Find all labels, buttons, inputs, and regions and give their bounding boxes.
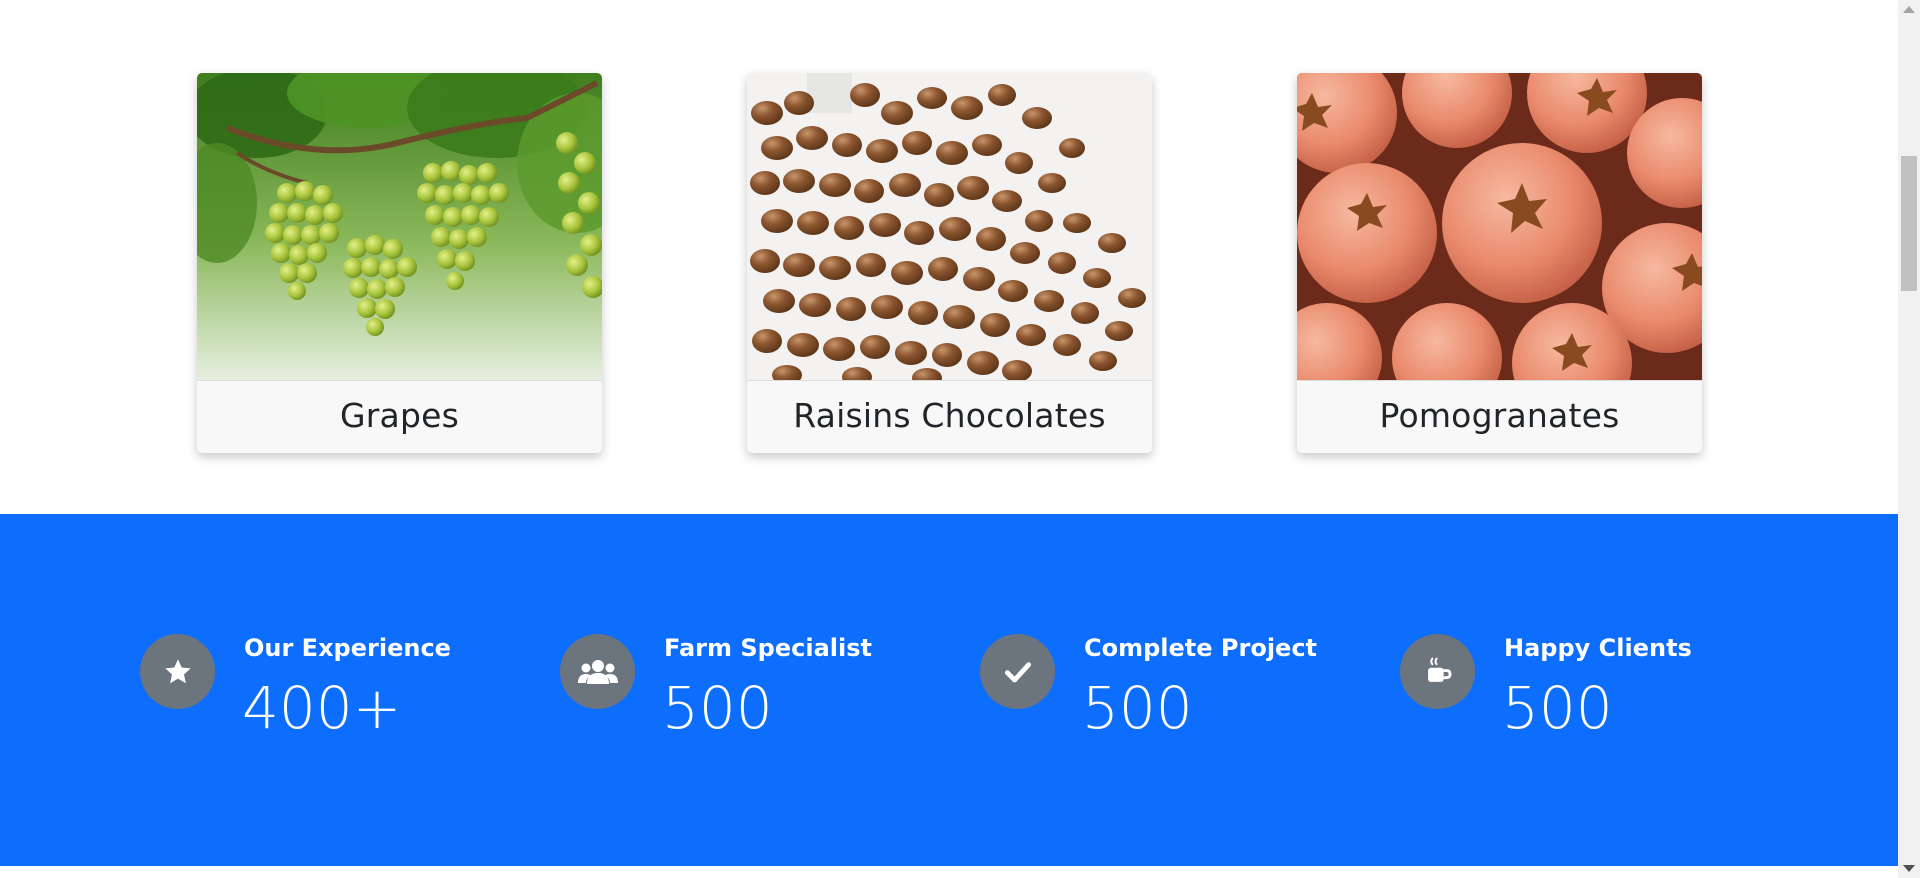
stat-complete-project: Complete Project 500	[980, 634, 1360, 754]
coffee-cup-icon	[1400, 634, 1475, 709]
chocolate-raisins-photo	[747, 73, 1152, 381]
stat-label: Our Experience	[244, 634, 451, 662]
check-icon	[980, 634, 1055, 709]
star-icon	[140, 634, 215, 709]
stat-farm-specialist: Farm Specialist 500	[560, 634, 940, 754]
stat-value: 400+	[242, 674, 402, 742]
products-section: Grapes Raisins Chocolates Pomogranates	[0, 0, 1898, 513]
product-card-title: Raisins Chocolates	[793, 396, 1106, 435]
stat-value: 500	[662, 674, 773, 742]
scroll-up-arrow-icon[interactable]	[1903, 6, 1915, 13]
users-icon	[560, 634, 635, 709]
stat-value: 500	[1502, 674, 1613, 742]
product-card-title: Pomogranates	[1379, 396, 1620, 435]
stat-our-experience: Our Experience 400+	[140, 634, 520, 754]
product-card-raisins-chocolates[interactable]: Raisins Chocolates	[747, 73, 1152, 453]
product-card-pomogranates[interactable]: Pomogranates	[1297, 73, 1702, 453]
grapes-photo	[197, 73, 602, 381]
next-section-edge	[0, 866, 1898, 878]
stat-label: Farm Specialist	[664, 634, 872, 662]
scroll-down-arrow-icon[interactable]	[1903, 865, 1915, 872]
scrollbar-thumb[interactable]	[1901, 156, 1917, 291]
stat-value: 500	[1082, 674, 1193, 742]
stat-happy-clients: Happy Clients 500	[1400, 634, 1780, 754]
product-card-title: Grapes	[339, 396, 459, 435]
page-viewport: Grapes Raisins Chocolates Pomogranates O…	[0, 0, 1920, 878]
stat-label: Complete Project	[1084, 634, 1318, 662]
pomegranates-photo	[1297, 73, 1702, 381]
stats-section: Our Experience 400+ Farm Specialist 500	[0, 514, 1898, 866]
vertical-scrollbar[interactable]	[1898, 0, 1920, 878]
product-card-grapes[interactable]: Grapes	[197, 73, 602, 453]
stat-label: Happy Clients	[1504, 634, 1692, 662]
